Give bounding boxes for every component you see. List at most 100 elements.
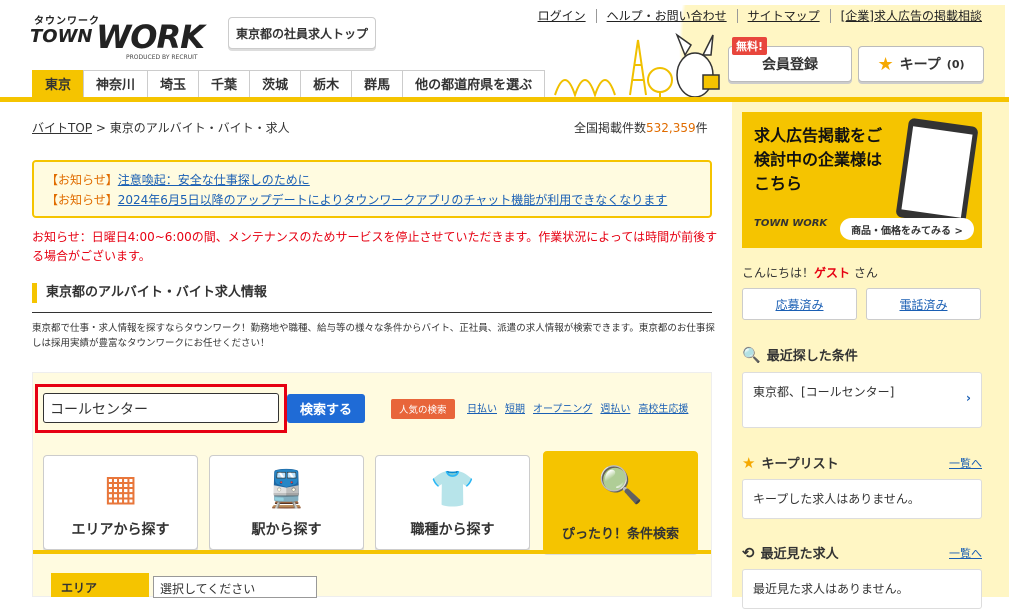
applied-button[interactable]: 応募済み (742, 288, 857, 320)
history-icon: ⟲ (742, 543, 755, 562)
logo-produced-by: PRODUCED BY RECRUIT (126, 54, 198, 61)
recent-search-heading: 🔍 最近探した条件 (742, 345, 858, 365)
keep-count: (0) (946, 57, 965, 71)
category-divider (33, 550, 711, 554)
sidebar: 求人広告掲載をご検討中の企業様はこちら TOWN WORK 商品・価格をみてみる… (732, 102, 1009, 609)
keep-list-box: キープした求人はありません。 (742, 479, 982, 519)
popular-link-weekly-pay[interactable]: 週払い (600, 400, 630, 415)
keyword-search-input[interactable]: コールセンター (43, 393, 279, 423)
tab-kanagawa[interactable]: 神奈川 (83, 70, 149, 100)
recent-search-value: 東京都、[コールセンター] (753, 385, 895, 399)
section-description: 東京都で仕事・求人情報を探すならタウンワーク！勤務地や職種、給与等の様々な条件か… (32, 323, 715, 349)
login-link[interactable]: ログイン (528, 9, 596, 23)
ad-text: 求人広告掲載をご検討中の企業様はこちら (754, 126, 883, 193)
applied-link[interactable]: 応募済み (775, 296, 823, 313)
keep-list-empty: キープした求人はありません。 (753, 492, 920, 506)
guest-name: ゲスト (814, 266, 851, 280)
tab-tokyo[interactable]: 東京 (32, 70, 85, 100)
greeting-suffix: さん (853, 266, 878, 280)
greeting-prefix: こんにちは！ (742, 266, 815, 280)
recent-view-empty: 最近見た求人はありません。 (753, 582, 909, 596)
maintenance-notice: お知らせ：日曜日4:00~6:00の間、メンテナンスのためサービスを停止させてい… (32, 230, 718, 263)
keep-list-link[interactable]: 一覧へ (949, 455, 982, 471)
job-count: 全国掲載件数532,359件 (574, 119, 708, 136)
category-label: ぴったり！条件検索 (561, 527, 679, 542)
category-label: エリアから探す (71, 522, 170, 538)
employee-top-link[interactable]: 東京都の社員求人トップ (228, 17, 376, 49)
utility-links: ログイン ヘルプ・お問い合わせ サイトマップ [企業]求人広告の掲載相談 (528, 9, 992, 23)
search-icon: 🔍 (742, 345, 761, 364)
popular-link-short-term[interactable]: 短期 (505, 400, 525, 415)
popular-link-daily-pay[interactable]: 日払い (467, 400, 497, 415)
star-icon: ★ (742, 453, 756, 472)
logo-town: TOWN (30, 26, 93, 47)
notice-link[interactable]: 注意喚起：安全な仕事探しのために (118, 173, 310, 187)
phone-icon (895, 117, 979, 227)
sitemap-link[interactable]: サイトマップ (736, 9, 830, 23)
notice-tag: 【お知らせ】 (46, 173, 118, 187)
star-icon: ★ (877, 53, 894, 75)
site-header: タウンワーク TOWN WORK PRODUCED BY RECRUIT 東京都… (0, 0, 1009, 102)
magnifier-heart-icon: 🔍 (598, 465, 643, 506)
area-map-icon: ▦ (103, 468, 138, 509)
chevron-right-icon: › (966, 391, 971, 405)
recent-view-box: 最近見た求人はありません。 (742, 569, 982, 609)
count-unit: 件 (695, 121, 708, 135)
called-button[interactable]: 電話済み (866, 288, 981, 320)
advertiser-banner[interactable]: 求人広告掲載をご検討中の企業様はこちら TOWN WORK 商品・価格をみてみる… (742, 112, 982, 248)
recent-view-link[interactable]: 一覧へ (949, 545, 982, 561)
notice-item: 【お知らせ】注意喚起：安全な仕事探しのために (46, 170, 698, 190)
tab-chiba[interactable]: 千葉 (198, 70, 251, 100)
notice-item: 【お知らせ】2024年6月5日以降のアップデートによりタウンワークアプリのチャッ… (46, 190, 698, 210)
search-by-area-button[interactable]: ▦ エリアから探す (43, 455, 198, 550)
tab-tochigi[interactable]: 栃木 (300, 70, 353, 100)
ad-logo: TOWN WORK (754, 218, 828, 229)
condition-search-button[interactable]: 🔍 ぴったり！条件検索 (543, 451, 698, 553)
search-button[interactable]: 検索する (287, 394, 365, 423)
popular-link-high-school[interactable]: 高校生応援 (638, 400, 688, 415)
recent-search-title: 最近探した条件 (766, 349, 858, 364)
townwork-logo[interactable]: タウンワーク TOWN WORK PRODUCED BY RECRUIT (30, 12, 210, 62)
logo-work: WORK (96, 18, 205, 56)
ad-button[interactable]: 商品・価格をみてみる > (840, 218, 974, 240)
recent-search-item[interactable]: 東京都、[コールセンター] › (742, 372, 982, 428)
area-label: エリア (51, 573, 149, 597)
help-link[interactable]: ヘルプ・お問い合わせ (595, 9, 737, 23)
search-by-station-button[interactable]: 🚆 駅から探す (209, 455, 364, 550)
logo-kana: タウンワーク (34, 16, 100, 27)
breadcrumb-separator: > (95, 121, 106, 135)
train-icon: 🚆 (264, 469, 309, 510)
category-label: 駅から探す (251, 522, 322, 538)
keep-list-title: キープリスト (761, 457, 839, 472)
category-label: 職種から探す (410, 522, 495, 538)
notice-box: 【お知らせ】注意喚起：安全な仕事探しのために 【お知らせ】2024年6月5日以降… (32, 160, 712, 218)
tab-gunma[interactable]: 群馬 (351, 70, 404, 100)
keep-label: キープ (899, 57, 941, 73)
notice-tag: 【お知らせ】 (46, 193, 118, 207)
search-panel: コールセンター 検索する 人気の検索 日払い 短期 オープニング 週払い 高校生… (32, 372, 712, 598)
popular-link-opening[interactable]: オープニング (533, 400, 592, 415)
breadcrumb-current: 東京のアルバイト・バイト・求人 (109, 121, 290, 135)
greeting: こんにちは！ゲスト さん (742, 264, 878, 281)
popular-search-badge: 人気の検索 (391, 399, 455, 419)
corporate-ad-link[interactable]: [企業]求人広告の掲載相談 (829, 9, 992, 23)
job-type-icon: 👕 (430, 469, 475, 510)
tab-ibaraki[interactable]: 茨城 (249, 70, 302, 100)
tab-other-prefectures[interactable]: 他の都道府県を選ぶ (402, 70, 546, 100)
keep-button[interactable]: ★ キープ (0) (858, 46, 984, 82)
search-by-job-type-button[interactable]: 👕 職種から探す (375, 455, 530, 550)
breadcrumb-home[interactable]: バイトTOP (32, 121, 92, 135)
count-label: 全国掲載件数 (574, 121, 647, 135)
notice-link[interactable]: 2024年6月5日以降のアップデートによりタウンワークアプリのチャット機能が利用… (118, 193, 667, 207)
free-badge: 無料! (732, 37, 768, 55)
section-title: 東京都のアルバイト・バイト求人情報 (32, 283, 712, 313)
recent-view-heading: ⟲ 最近見た求人 (742, 543, 839, 563)
breadcrumb: バイトTOP > 東京のアルバイト・バイト・求人 (32, 119, 290, 136)
main-content: バイトTOP > 東京のアルバイト・バイト・求人 全国掲載件数532,359件 … (0, 102, 732, 598)
area-select[interactable]: 選択してください (153, 576, 317, 598)
count-value: 532,359 (646, 121, 696, 135)
tab-saitama[interactable]: 埼玉 (147, 70, 200, 100)
popular-search-links: 日払い 短期 オープニング 週払い 高校生応援 (467, 400, 688, 415)
called-link[interactable]: 電話済み (899, 296, 947, 313)
prefecture-tabs: 東京 神奈川 埼玉 千葉 茨城 栃木 群馬 他の都道府県を選ぶ (32, 70, 546, 100)
